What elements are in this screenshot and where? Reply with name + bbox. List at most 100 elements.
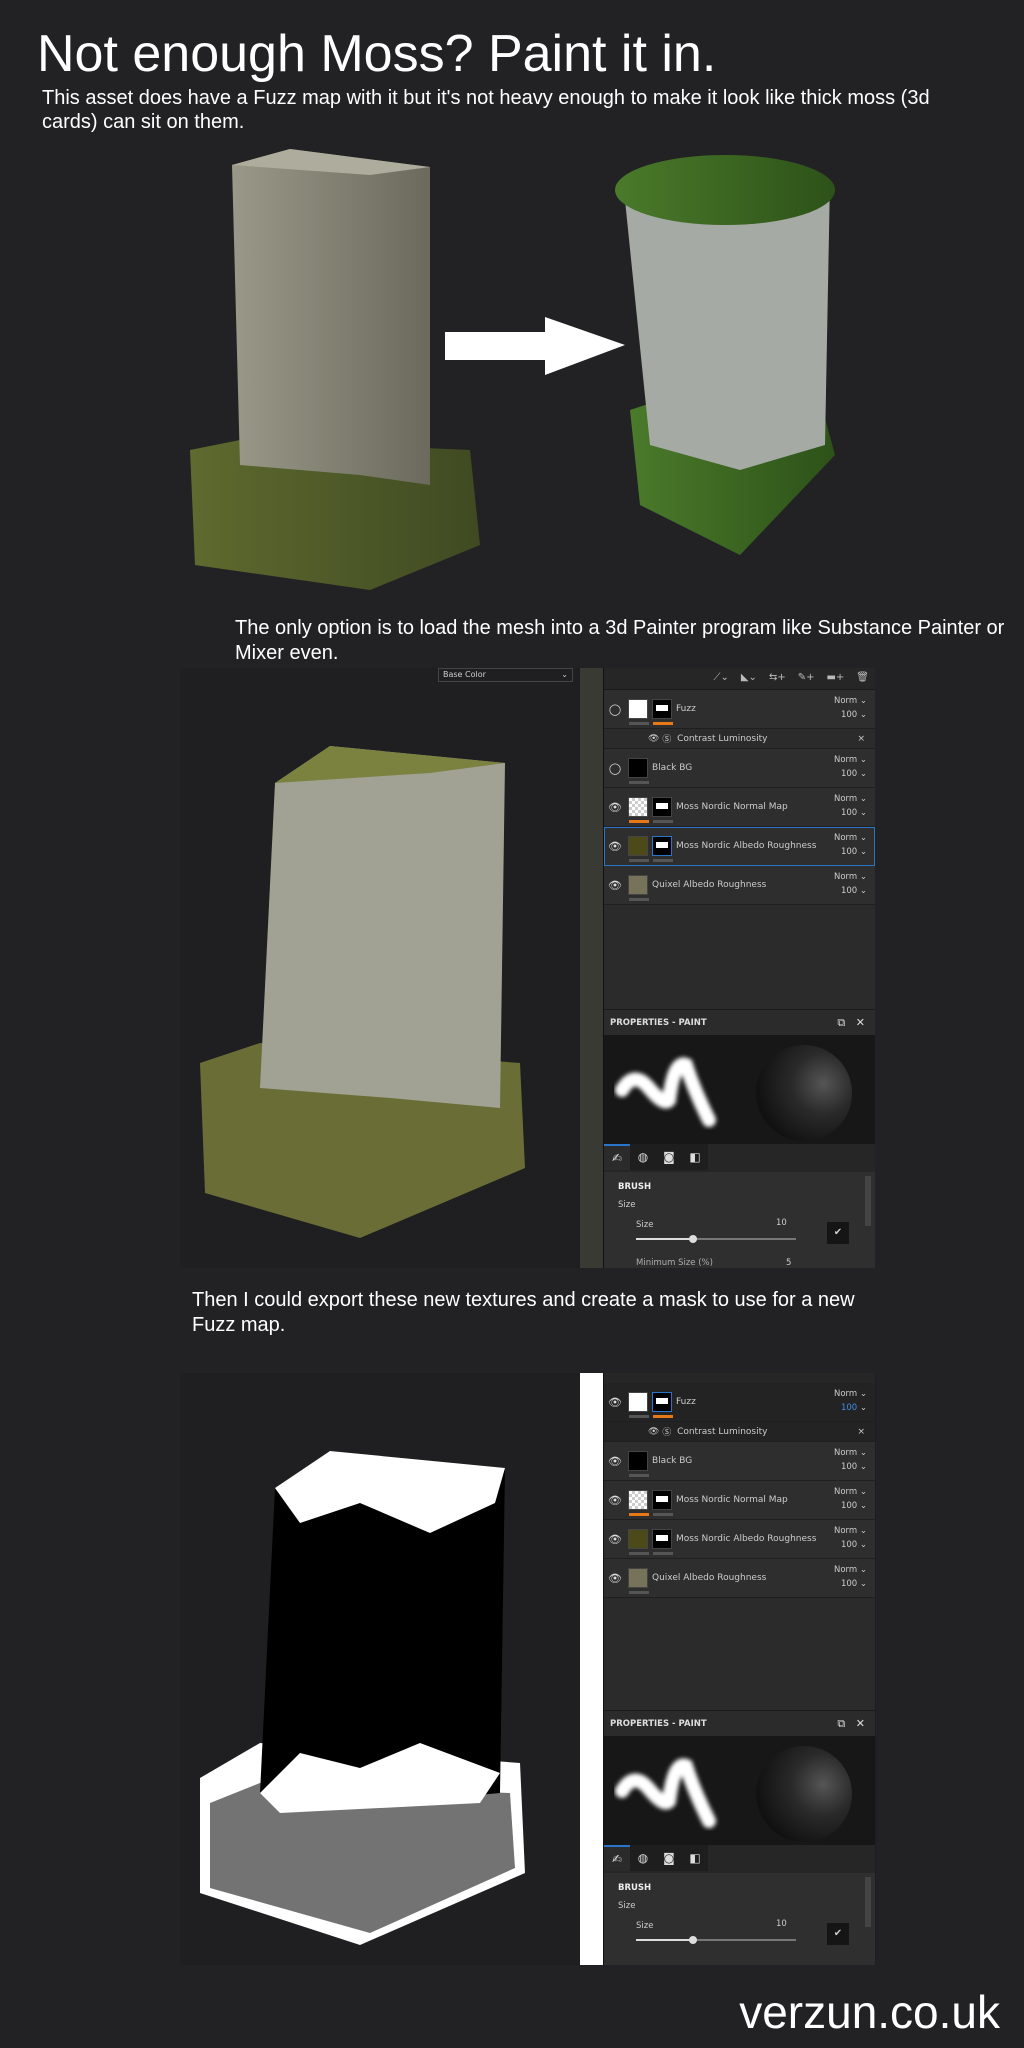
mask-thumbnail[interactable] <box>652 699 673 725</box>
eye-icon[interactable]: 👁 <box>608 1494 622 1507</box>
tab-brush[interactable]: ✍ <box>604 1845 630 1871</box>
blend-mode-dropdown[interactable]: Norm ⌄ <box>834 1485 867 1499</box>
close-icon[interactable]: × <box>857 734 865 744</box>
blend-mode-dropdown[interactable]: Norm ⌄ <box>834 1524 867 1538</box>
size-value[interactable]: 10 <box>776 1919 787 1929</box>
filter-row[interactable]: 👁 Ⓢ Contrast Luminosity × <box>604 729 875 749</box>
scrollbar[interactable] <box>865 1877 871 1927</box>
tab-material[interactable]: ◧ <box>682 1144 708 1170</box>
layer-row-quixel[interactable]: 👁 Quixel Albedo Roughness Norm ⌄ 100 ⌄ <box>604 866 875 905</box>
delete-icon[interactable]: 🗑 <box>856 672 869 685</box>
layers-panel: ⟋⌄ ◣⌄ ⇆+ ✎+ ▬+ 🗑 ◯ Fuzz Norm ⌄ 100 ⌄ 👁 Ⓢ Contras… <box>603 668 875 1268</box>
blend-mode-dropdown[interactable]: Norm ⌄ <box>834 1446 867 1460</box>
viewport-3d[interactable] <box>180 1373 580 1965</box>
tab-stencil[interactable]: ◙ <box>656 1845 682 1871</box>
mossy-stone-render <box>200 746 525 1238</box>
filter-row[interactable]: 👁 Ⓢ Contrast Luminosity × <box>604 1422 875 1442</box>
close-icon[interactable]: × <box>857 1427 865 1437</box>
properties-paint-panel: PROPERTIES - PAINT ⧉ ✕ ✍ ◍ ◙ ◧ BRUSH Size Size… <box>604 1710 875 1965</box>
layer-row-normal[interactable]: 👁 Moss Nordic Normal Map Norm ⌄ 100 ⌄ <box>604 788 875 827</box>
min-size-value: 5 <box>786 1258 792 1268</box>
size-slider[interactable] <box>636 1936 796 1944</box>
mask-thumbnail[interactable] <box>652 1490 673 1516</box>
pen-pressure-icon[interactable]: ✔ <box>827 1923 849 1945</box>
eye-icon[interactable]: 👁 <box>648 734 659 744</box>
eye-hidden-icon[interactable]: ◯ <box>608 762 622 775</box>
opacity-dropdown[interactable]: 100 ⌄ <box>834 1499 867 1513</box>
blend-mode-dropdown[interactable]: Norm ⌄ <box>834 1387 867 1401</box>
tab-alpha[interactable]: ◍ <box>630 1845 656 1871</box>
viewport-3d[interactable]: Base Color ⌄ <box>180 668 580 1268</box>
mask-thumbnail[interactable] <box>652 1529 673 1555</box>
add-paint-icon[interactable]: ✎+ <box>798 672 815 685</box>
blend-mode-dropdown[interactable]: Norm ⌄ <box>834 753 867 767</box>
section-title: BRUSH <box>618 1883 652 1893</box>
eye-icon[interactable]: 👁 <box>608 1572 622 1585</box>
layer-row-normal[interactable]: 👁 Moss Nordic Normal Map Norm ⌄ 100 ⌄ <box>604 1481 875 1520</box>
brush-stroke-preview <box>615 1057 716 1127</box>
section-title: BRUSH <box>618 1182 652 1192</box>
blend-mode-dropdown[interactable]: Norm ⌄ <box>834 831 867 845</box>
add-folder-icon[interactable]: ▬+ <box>826 672 844 685</box>
layer-thumbnail <box>628 1451 649 1477</box>
mask-thumbnail[interactable] <box>652 836 673 862</box>
eye-icon[interactable]: 👁 <box>608 801 622 814</box>
opacity-dropdown[interactable]: 100 ⌄ <box>834 767 867 781</box>
eye-icon[interactable]: 👁 <box>608 1396 622 1409</box>
layer-row-fuzz[interactable]: 👁 Fuzz Norm ⌄ 100 ⌄ <box>604 1383 875 1422</box>
layer-thumbnail <box>628 699 649 725</box>
fuzz-mask-render <box>200 1451 525 1945</box>
blend-mode-dropdown[interactable]: Norm ⌄ <box>834 694 867 708</box>
layer-row-albedo[interactable]: 👁 Moss Nordic Albedo Roughness Norm ⌄ 100 ⌄ <box>604 827 875 866</box>
group-label: Size <box>618 1200 636 1210</box>
undock-icon[interactable]: ⧉ <box>837 1016 845 1029</box>
tab-brush[interactable]: ✍ <box>604 1144 630 1170</box>
texture-strip <box>580 668 603 1268</box>
eye-icon[interactable]: 👁 <box>608 840 622 853</box>
opacity-dropdown[interactable]: 100 ⌄ <box>834 1401 867 1415</box>
undock-icon[interactable]: ⧉ <box>837 1717 845 1730</box>
blend-mode-dropdown[interactable]: Norm ⌄ <box>834 870 867 884</box>
blend-mode-dropdown[interactable]: Norm ⌄ <box>834 792 867 806</box>
add-effect-icon[interactable]: ⟋⌄ <box>713 672 728 685</box>
arrow-icon <box>445 317 625 375</box>
eye-icon[interactable]: 👁 <box>608 1455 622 1468</box>
layer-row-albedo[interactable]: 👁 Moss Nordic Albedo Roughness Norm ⌄ 100 ⌄ <box>604 1520 875 1559</box>
eye-icon[interactable]: 👁 <box>608 1533 622 1546</box>
close-icon[interactable]: ✕ <box>856 1016 865 1029</box>
substance-painter-screenshot-1: Base Color ⌄ ⟋⌄ ◣⌄ ⇆+ ✎+ ▬+ 🗑 ◯ Fuzz Norm ⌄ 100 ⌄… <box>180 668 875 1268</box>
tab-material[interactable]: ◧ <box>682 1845 708 1871</box>
opacity-dropdown[interactable]: 100 ⌄ <box>834 806 867 820</box>
eye-hidden-icon[interactable]: ◯ <box>608 703 622 716</box>
tab-stencil[interactable]: ◙ <box>656 1144 682 1170</box>
blend-mode-dropdown[interactable]: Norm ⌄ <box>834 1563 867 1577</box>
eye-icon[interactable]: 👁 <box>608 879 622 892</box>
add-mask-icon[interactable]: ◣⌄ <box>741 672 757 685</box>
panel-title: PROPERTIES - PAINT <box>610 1017 707 1028</box>
opacity-dropdown[interactable]: 100 ⌄ <box>834 1577 867 1591</box>
layer-toolbar: ⟋⌄ ◣⌄ ⇆+ ✎+ ▬+ 🗑 <box>604 668 875 690</box>
layer-row-black-bg[interactable]: ◯ Black BG Norm ⌄ 100 ⌄ <box>604 749 875 788</box>
opacity-dropdown[interactable]: 100 ⌄ <box>834 1460 867 1474</box>
size-slider[interactable] <box>636 1235 796 1243</box>
layer-thumbnail <box>628 1568 649 1594</box>
size-value[interactable]: 10 <box>776 1218 787 1228</box>
add-fill-icon[interactable]: ⇆+ <box>769 672 786 685</box>
pen-pressure-icon[interactable]: ✔ <box>827 1222 849 1244</box>
eye-icon[interactable]: 👁 <box>648 1427 659 1437</box>
mask-thumbnail[interactable] <box>652 1392 673 1418</box>
mask-thumbnail[interactable] <box>652 797 673 823</box>
tab-alpha[interactable]: ◍ <box>630 1144 656 1170</box>
layer-row-fuzz[interactable]: ◯ Fuzz Norm ⌄ 100 ⌄ <box>604 690 875 729</box>
layer-row-quixel[interactable]: 👁 Quixel Albedo Roughness Norm ⌄ 100 ⌄ <box>604 1559 875 1598</box>
opacity-dropdown[interactable]: 100 ⌄ <box>834 845 867 859</box>
intro-text: This asset does have a Fuzz map with it … <box>42 87 930 133</box>
opacity-dropdown[interactable]: 100 ⌄ <box>834 708 867 722</box>
close-icon[interactable]: ✕ <box>856 1717 865 1730</box>
scrollbar[interactable] <box>865 1176 871 1226</box>
layer-row-black-bg[interactable]: 👁 Black BG Norm ⌄ 100 ⌄ <box>604 1442 875 1481</box>
opacity-dropdown[interactable]: 100 ⌄ <box>834 884 867 898</box>
opacity-dropdown[interactable]: 100 ⌄ <box>834 1538 867 1552</box>
material-sphere-preview <box>756 1045 852 1141</box>
filter-name: Contrast Luminosity <box>677 733 768 744</box>
